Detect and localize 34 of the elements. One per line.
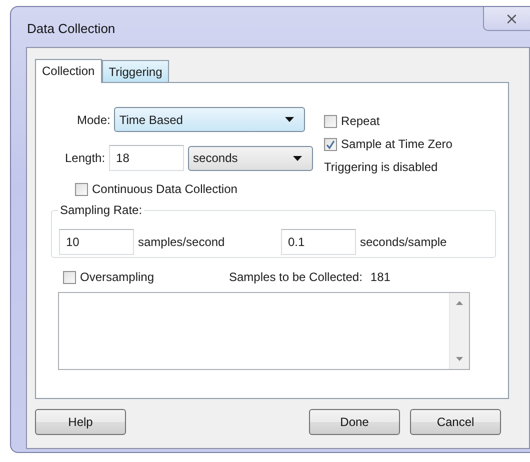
group-title: Sampling Rate: (58, 203, 144, 217)
up-arrow-icon[interactable] (456, 301, 463, 305)
unit-label: seconds/sample (359, 234, 447, 248)
dialog-button[interactable]: Help (35, 409, 126, 435)
checkbox[interactable] (324, 114, 338, 128)
length-field[interactable]: 18 (109, 145, 184, 171)
checkbox[interactable] (75, 182, 88, 196)
samples-label: Samples to be Collected: (229, 270, 362, 284)
checkbox-label: Oversampling (80, 270, 154, 284)
unit-label: samples/second (137, 234, 226, 248)
checkbox[interactable] (324, 138, 338, 150)
checkbox[interactable] (63, 270, 76, 284)
tab[interactable]: Triggering (102, 60, 170, 82)
checkbox-label: Sample at Time Zero (341, 137, 452, 151)
scrollbar[interactable] (449, 293, 469, 369)
period-field[interactable]: 0.1 (281, 228, 356, 254)
window-title: Data Collection (27, 21, 116, 36)
mode-label: Mode: (77, 112, 110, 126)
unit-dropdown[interactable]: seconds (188, 146, 314, 170)
notes-area[interactable] (58, 292, 470, 370)
mode-dropdown[interactable]: Time Based (114, 107, 306, 132)
checkbox-label: Continuous Data Collection (92, 182, 238, 196)
length-label: Length: (65, 151, 106, 165)
checkbox-label: Repeat (341, 114, 380, 128)
dialog-button[interactable]: Cancel (410, 409, 501, 435)
trigger-status: Triggering is disabled (324, 160, 439, 174)
down-arrow-icon[interactable] (456, 357, 463, 361)
close-button[interactable]: ⨯ (483, 7, 530, 31)
tab[interactable]: Collection (35, 59, 102, 83)
rate-field[interactable]: 10 (59, 228, 134, 254)
samples-count: 181 (370, 270, 390, 284)
dialog-button[interactable]: Done (309, 409, 400, 435)
caret-icon (293, 156, 302, 160)
caret-icon (285, 117, 294, 122)
